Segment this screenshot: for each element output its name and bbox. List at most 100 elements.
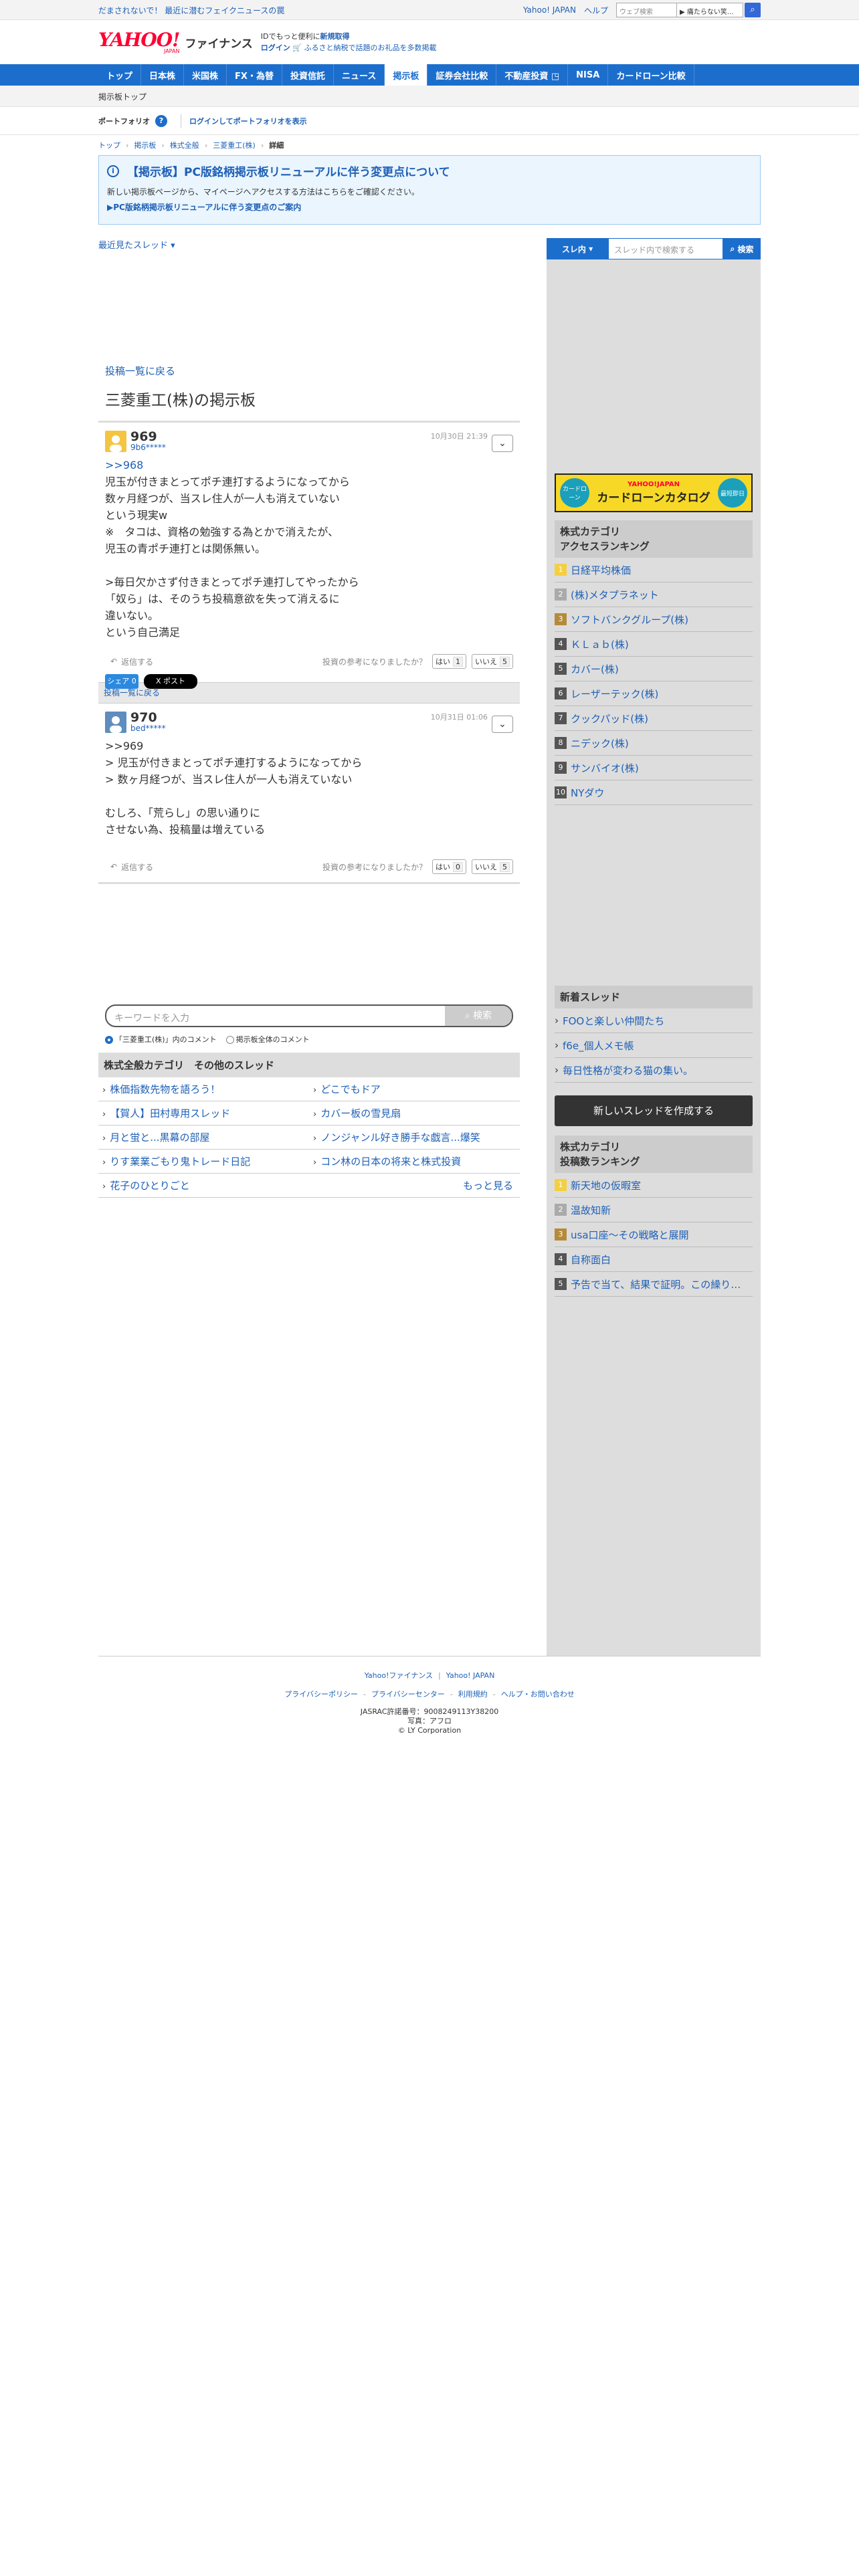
nav-item-5[interactable]: ニュース (334, 64, 385, 86)
comment-user[interactable]: 9b6***** (130, 443, 166, 452)
new-thread-item[interactable]: › FOOと楽しい仲間たち (555, 1008, 753, 1033)
other-thread-link[interactable]: › 月と蛍と...黒幕の部屋 (98, 1130, 309, 1144)
recent-threads-dropdown[interactable]: 最近見たスレッド ▾ (98, 241, 175, 251)
furusato-link[interactable]: ふるさと納税で話題のお礼品を多数掲載 (304, 43, 436, 52)
ranking-item[interactable]: 4 ＫＬａｂ(株) (555, 632, 753, 657)
ranking-item[interactable]: 9 サンバイオ(株) (555, 756, 753, 780)
breadcrumb-item[interactable]: 三菱重工(株) (213, 140, 256, 150)
radio-all-boards[interactable]: 掲示板全体のコメント (225, 1034, 310, 1045)
signup-link[interactable]: 新規取得 (320, 32, 350, 41)
other-thread-link[interactable]: › 株価指数先物を語ろう！ (98, 1082, 309, 1096)
nav-item-3[interactable]: FX・為替 (227, 64, 282, 86)
search-icon[interactable]: ⌕ (745, 3, 761, 17)
other-thread-link[interactable]: › ノンジャンル好き勝手な戯言...爆笑 (309, 1130, 520, 1144)
nav-item-1[interactable]: 日本株 (141, 64, 185, 86)
ranking-item[interactable]: 3 usa口座～その戦略と展開 (555, 1222, 753, 1247)
vote-yes-button[interactable]: はい 1 (432, 654, 466, 669)
other-thread-link[interactable]: › 花子のひとりごと (98, 1178, 309, 1192)
x-post-button[interactable]: X ポスト (144, 674, 197, 689)
back-to-list-bar[interactable]: 投稿一覧に戻る (104, 688, 160, 697)
ranking-label: usa口座～その戦略と展開 (571, 1228, 689, 1241)
nav-item-10[interactable]: カードローン比較 (608, 64, 694, 86)
avatar[interactable] (105, 431, 126, 452)
comment-user[interactable]: bed***** (130, 724, 166, 733)
ranking-label: 新天地の仮暇室 (571, 1179, 642, 1192)
back-to-list-link[interactable]: 投稿一覧に戻る (105, 365, 175, 377)
web-search-input[interactable]: ウェブ検索 (616, 3, 676, 17)
ranking-item[interactable]: 2 温故知新 (555, 1198, 753, 1222)
comment-number[interactable]: 969 (130, 431, 166, 443)
yahoo-japan-link[interactable]: Yahoo! JAPAN (523, 5, 576, 15)
nav-item-0[interactable]: トップ (98, 64, 142, 86)
comment-menu-button[interactable]: ⌄ (492, 716, 513, 733)
reply-button[interactable]: ↶ 返信する (110, 656, 153, 667)
ranking-item[interactable]: 7 クックパッド(株) (555, 706, 753, 731)
notice-title[interactable]: 【掲示板】PC版銘柄掲示板リニューアルに伴う変更点について (127, 163, 450, 179)
other-thread-link[interactable]: › りす業業ごもり鬼トレード日記 (98, 1154, 309, 1168)
ranking-item[interactable]: 4 自称面白 (555, 1247, 753, 1272)
help-link[interactable]: ヘルプ (584, 5, 608, 16)
other-thread-link[interactable]: › カバー板の雪見扇 (309, 1106, 520, 1120)
breadcrumb-item[interactable]: 株式全般 (170, 140, 199, 150)
facebook-share-button[interactable]: シェア 0 (105, 674, 138, 689)
nav-item-8[interactable]: 不動産投資 ◳ (496, 64, 569, 86)
thread-search-scope[interactable]: スレ内 ▾ (547, 238, 608, 259)
breadcrumb-item[interactable]: トップ (98, 140, 120, 150)
ranking-item[interactable]: 8 ニデック(株) (555, 731, 753, 756)
nav-item-4[interactable]: 投資信託 (282, 64, 334, 86)
other-thread-link[interactable]: › どこでもドア (309, 1082, 520, 1096)
nav-item-6[interactable]: 掲示板 (385, 64, 428, 86)
reply-button[interactable]: ↶ 返信する (110, 861, 153, 873)
create-thread-button[interactable]: 新しいスレッドを作成する (555, 1095, 753, 1126)
ad-space (98, 258, 520, 358)
reply-anchor-link[interactable]: >>968 (105, 459, 143, 471)
vote-no-button[interactable]: いいえ 5 (472, 654, 513, 669)
radio-this-board[interactable]: 「三菱重工(株)」内のコメント (105, 1034, 217, 1045)
yahoo-finance-logo[interactable]: YAHOO! JAPAN ファイナンス (98, 30, 253, 54)
comment-number[interactable]: 970 (130, 712, 166, 724)
ranking-item[interactable]: 1 日経平均株価 (555, 558, 753, 582)
web-search-select[interactable]: ▶ 痛たらない笑... (676, 3, 743, 17)
comment-menu-button[interactable]: ⌄ (492, 435, 513, 452)
ranking-item[interactable]: 3 ソフトバンクグループ(株) (555, 607, 753, 632)
notice-link[interactable]: ▶PC版銘柄掲示板リニューアルに伴う変更点のご案内 (107, 203, 301, 212)
other-thread-link[interactable]: › 【賀人】田村専用スレッド (98, 1106, 309, 1120)
card-loan-banner[interactable]: カードローン YAHOO!JAPAN カードローンカタログ 最短即日 (555, 473, 753, 512)
ranking-item[interactable]: 10 NYダウ (555, 780, 753, 805)
more-link[interactable]: もっと見る (309, 1178, 520, 1192)
login-link[interactable]: ログイン (261, 43, 290, 52)
banner-badge-right: 最短即日 (718, 478, 747, 508)
footer-link[interactable]: Yahoo! JAPAN (446, 1671, 495, 1680)
thread-search-button[interactable]: ⌕ 検索 (723, 238, 761, 259)
ranking-item[interactable]: 6 レーザーテック(株) (555, 681, 753, 706)
help-icon[interactable]: ? (155, 115, 167, 127)
vote-yes-button[interactable]: はい 0 (432, 859, 466, 874)
ranking-item[interactable]: 2 (株)メタプラネット (555, 582, 753, 607)
board-top-label[interactable]: 掲示板トップ (98, 91, 147, 102)
new-thread-item[interactable]: › f6e_個人メモ帳 (555, 1033, 753, 1058)
footer-link[interactable]: ヘルプ・お問い合わせ (501, 1690, 575, 1699)
ranking-item[interactable]: 5 予告で当て、結果で証明。この繰り… (555, 1272, 753, 1297)
ranking-label: 自称面白 (571, 1253, 611, 1266)
footer-link[interactable]: プライバシーセンター (371, 1690, 445, 1699)
portfolio-login-link[interactable]: ログインしてポートフォリオを表示 (189, 116, 307, 126)
breadcrumb-item[interactable]: 掲示板 (134, 140, 156, 150)
nav-item-2[interactable]: 米国株 (184, 64, 227, 86)
avatar[interactable] (105, 712, 126, 733)
keyword-input[interactable]: キーワードを入力 (106, 1006, 445, 1026)
thread-search-input[interactable]: スレッド内で検索する (608, 238, 723, 259)
keyword-search-button[interactable]: ⌕ 検索 (445, 1006, 512, 1026)
new-thread-item[interactable]: › 毎日性格が変わる猫の集い。 (555, 1058, 753, 1083)
nav-item-9[interactable]: NISA (568, 64, 609, 86)
vote-no-button[interactable]: いいえ 5 (472, 859, 513, 874)
footer-link[interactable]: Yahoo!ファイナンス (365, 1671, 433, 1680)
ranking-label: クックパッド(株) (571, 712, 648, 725)
footer-link[interactable]: 利用規約 (458, 1690, 488, 1699)
ranking-item[interactable]: 5 カバー(株) (555, 657, 753, 681)
other-thread-link[interactable]: › コン林の日本の将来と株式投資 (309, 1154, 520, 1168)
ranking-item[interactable]: 1 新天地の仮暇室 (555, 1173, 753, 1198)
footer-link[interactable]: プライバシーポリシー (284, 1690, 358, 1699)
nav-item-7[interactable]: 証券会社比較 (427, 64, 497, 86)
promo-link[interactable]: だまされないで！ 最近に潜むフェイクニュースの罠 (98, 5, 284, 16)
rank-badge: 4 (555, 1253, 567, 1265)
